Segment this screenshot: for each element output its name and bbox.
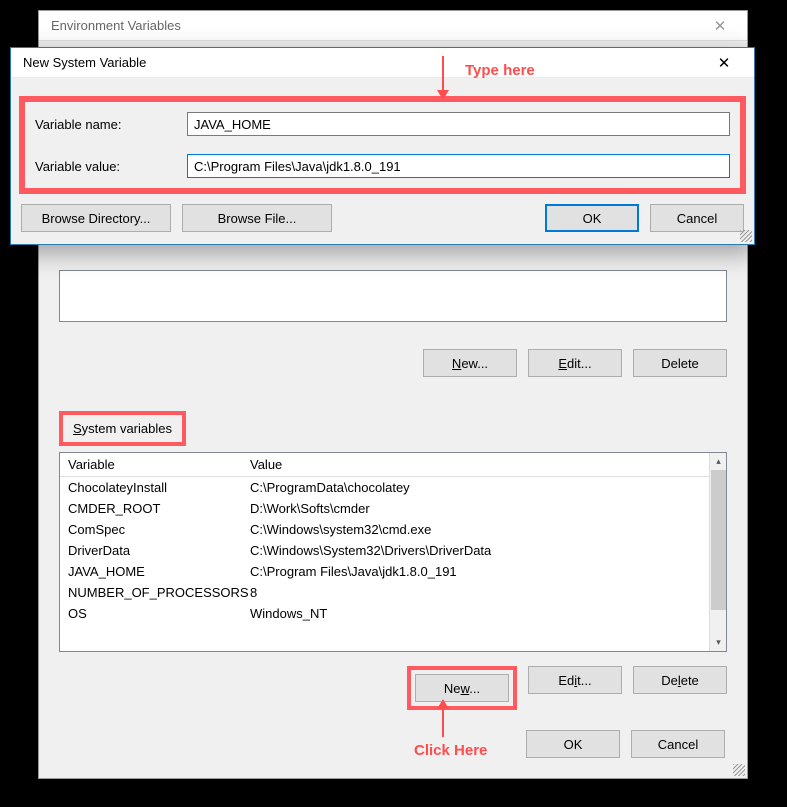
env-titlebar: Environment Variables ✕ [39,11,747,41]
browse-directory-button[interactable]: Browse Directory... [21,204,171,232]
close-icon[interactable]: ✕ [705,14,735,38]
table-row[interactable]: ComSpecC:\Windows\system32\cmd.exe [60,519,726,540]
variable-name-input[interactable] [187,112,730,136]
form-area-highlighted: Variable name: Variable value: [19,96,746,194]
ok-button[interactable]: OK [545,204,639,232]
table-row[interactable]: ChocolateyInstallC:\ProgramData\chocolat… [60,477,726,498]
cancel-button[interactable]: Cancel [631,730,725,758]
table-row[interactable]: DriverDataC:\Windows\System32\Drivers\Dr… [60,540,726,561]
resize-grip-icon[interactable] [740,230,752,242]
annotation-type-here: Type here [465,62,535,79]
system-vars-button-row: New... Edit... Delete [59,666,727,710]
listbox-rows: ChocolateyInstallC:\ProgramData\chocolat… [60,477,726,643]
browse-file-button[interactable]: Browse File... [182,204,332,232]
variable-value-label: Variable value: [35,159,175,174]
user-variables-listbox[interactable] [59,270,727,322]
variable-name-label: Variable name: [35,117,175,132]
footer-button-row: OK Cancel [526,730,725,758]
user-edit-button[interactable]: Edit... [528,349,622,377]
scroll-up-icon[interactable]: ▴ [710,453,727,470]
annotation-click-here: Click Here [414,742,487,759]
user-new-button[interactable]: New... [423,349,517,377]
annotation-arrow-up-icon [442,701,444,737]
dialog-title: New System Variable [23,55,146,70]
system-variables-listbox[interactable]: Variable Value ChocolateyInstallC:\Progr… [59,452,727,652]
system-edit-button[interactable]: Edit... [528,666,622,694]
user-delete-button[interactable]: Delete [633,349,727,377]
resize-grip-icon[interactable] [733,764,745,776]
env-window-title: Environment Variables [51,18,181,33]
table-row[interactable]: CMDER_ROOTD:\Work\Softs\cmder [60,498,726,519]
vertical-scrollbar[interactable]: ▴ ▾ [709,453,726,651]
annotation-arrow-down-icon [442,56,444,98]
column-header-value[interactable]: Value [250,457,726,472]
listbox-header[interactable]: Variable Value [60,453,726,477]
system-delete-button[interactable]: Delete [633,666,727,694]
table-row[interactable]: JAVA_HOMEC:\Program Files\Java\jdk1.8.0_… [60,561,726,582]
user-vars-button-row: New... Edit... Delete [423,349,727,377]
column-header-variable[interactable]: Variable [60,457,250,472]
highlight-new-button: New... [407,666,517,710]
dialog-titlebar: New System Variable ✕ [11,48,754,78]
variable-value-input[interactable] [187,154,730,178]
table-row[interactable]: OSWindows_NT [60,603,726,624]
scroll-down-icon[interactable]: ▾ [710,634,727,651]
scroll-thumb[interactable] [711,470,726,610]
ok-button[interactable]: OK [526,730,620,758]
new-system-variable-dialog: New System Variable ✕ Variable name: Var… [10,47,755,245]
table-row[interactable]: NUMBER_OF_PROCESSORS8 [60,582,726,603]
cancel-button[interactable]: Cancel [650,204,744,232]
close-icon[interactable]: ✕ [706,51,742,75]
system-variables-groupbox-label: System variables [59,411,186,446]
dialog-button-row: Browse Directory... Browse File... OK Ca… [11,204,754,244]
system-new-button[interactable]: New... [415,674,509,702]
